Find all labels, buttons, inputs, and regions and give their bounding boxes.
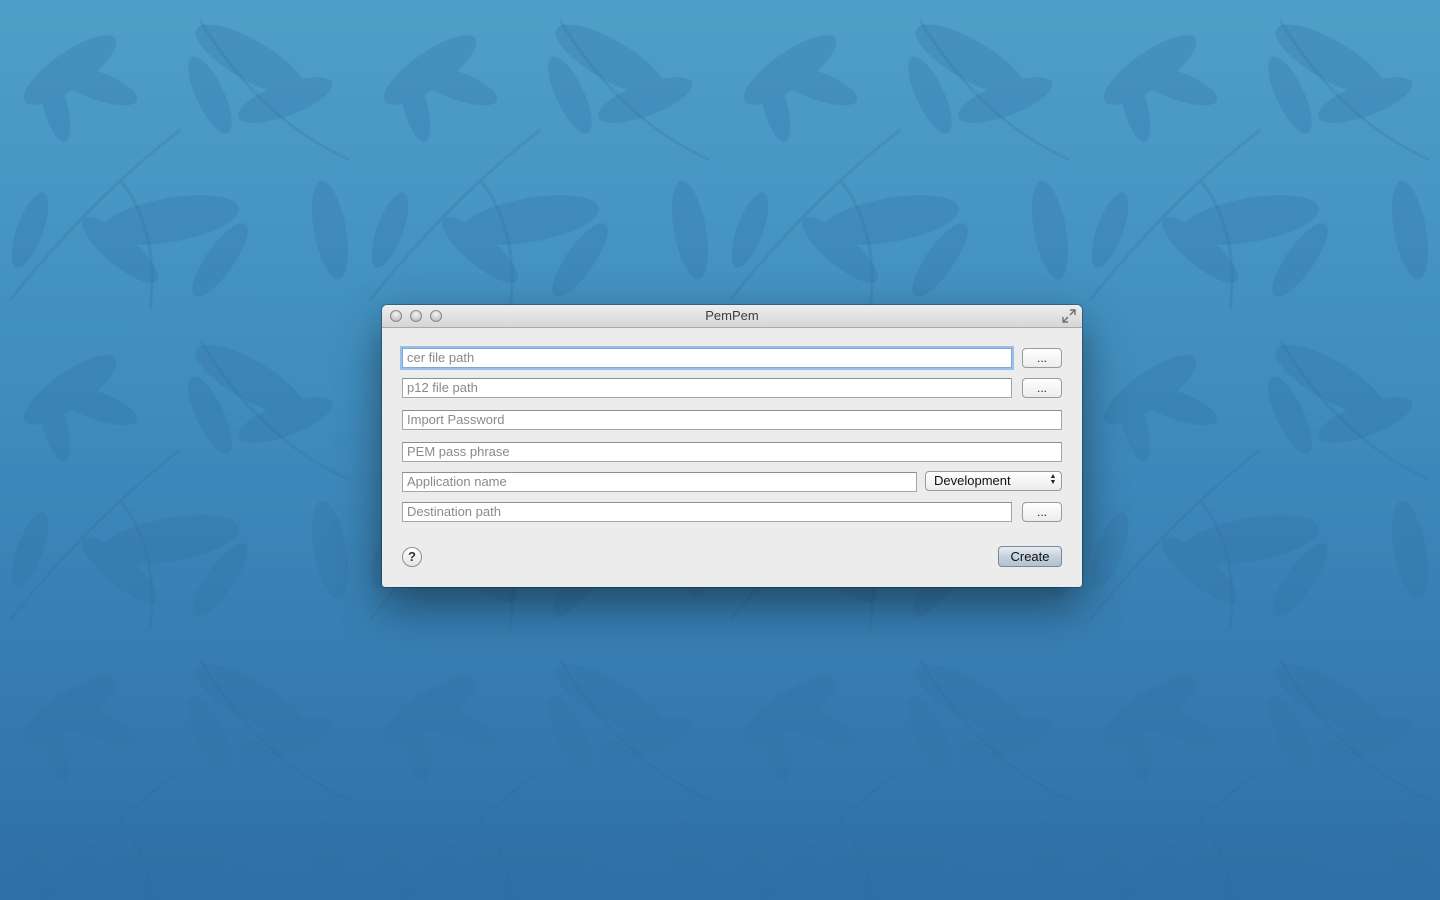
pempem-window: PemPem ... ... Development ▲▼ ... ? Crea…: [382, 305, 1082, 587]
browse-p12-button[interactable]: ...: [1022, 378, 1062, 398]
browse-cer-button[interactable]: ...: [1022, 348, 1062, 368]
fullscreen-icon[interactable]: [1062, 309, 1076, 323]
updown-arrows-icon: ▲ ▼: [1049, 473, 1057, 486]
import-password-input[interactable]: [402, 410, 1062, 430]
browse-destination-button[interactable]: ...: [1022, 502, 1062, 522]
create-button[interactable]: Create: [998, 546, 1062, 567]
pem-pass-phrase-input[interactable]: [402, 442, 1062, 462]
help-button[interactable]: ?: [402, 547, 422, 567]
environment-select[interactable]: Development ▲ ▼: [925, 471, 1062, 491]
window-title: PemPem: [705, 308, 759, 323]
p12-file-path-input[interactable]: [402, 378, 1012, 398]
application-name-input[interactable]: [402, 472, 917, 492]
destination-path-input[interactable]: [402, 502, 1012, 522]
title-bar[interactable]: PemPem: [382, 305, 1082, 328]
cer-file-path-input[interactable]: [402, 348, 1012, 368]
environment-select-value: Development: [934, 473, 1011, 488]
